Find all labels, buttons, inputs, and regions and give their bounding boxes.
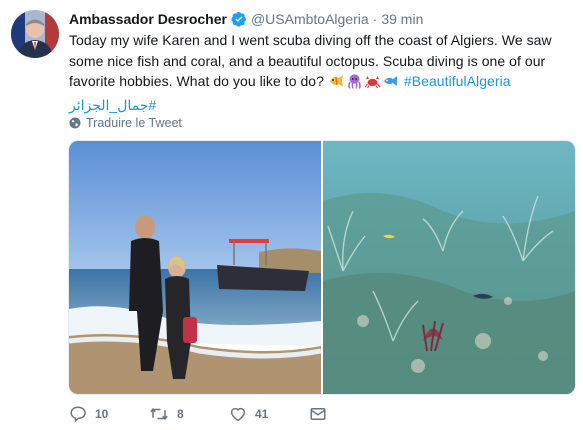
like-count: 41 (255, 407, 269, 421)
retweet-button[interactable]: 8 (149, 405, 229, 423)
tweet-text: Today my wife Karen and I went scuba div… (69, 30, 574, 115)
envelope-icon (310, 408, 326, 420)
octopus-emoji (346, 73, 363, 95)
verified-badge-icon (231, 11, 247, 27)
tweet[interactable]: Ambassador Desrocher @USAmbtoAlgeria · 3… (0, 0, 583, 430)
avatar[interactable] (11, 10, 59, 58)
tweet-text-line: some nice fish and coral, and a beautifu… (69, 52, 546, 69)
tweet-text-line-with-emoji: favorite hobbies. What do you like to do… (69, 71, 574, 95)
direct-message-button[interactable] (309, 405, 389, 423)
translate-tweet-link[interactable]: Traduire le Tweet (69, 116, 182, 130)
tweet-text-line: Today my wife Karen and I went scuba div… (69, 32, 552, 48)
tweet-actions: 10 8 41 (69, 400, 389, 428)
underwater-coral-photo (323, 141, 575, 394)
globe-icon (69, 117, 81, 129)
arabic-hashtag-line: #جمال_الجزائر (69, 95, 574, 116)
heart-icon (230, 407, 246, 422)
reply-count: 10 (95, 407, 109, 421)
translate-label[interactable]: Traduire le Tweet (86, 116, 182, 130)
photo-underwater-coral[interactable] (323, 141, 575, 394)
hashtag-link[interactable]: #BeautifulAlgeria (404, 73, 511, 89)
crab-emoji (364, 73, 381, 95)
like-button[interactable]: 41 (229, 405, 309, 423)
separator-dot: · (372, 11, 378, 27)
reply-icon (70, 406, 86, 423)
tropical-fish-emoji (328, 73, 345, 95)
author-name[interactable]: Ambassador Desrocher (69, 11, 227, 27)
media-grid (68, 140, 576, 395)
reply-button[interactable]: 10 (69, 405, 149, 423)
tweet-text-line: favorite hobbies. What do you like to do… (69, 73, 324, 89)
author-handle[interactable]: @USAmbtoAlgeria (251, 11, 369, 27)
retweet-count: 8 (177, 407, 184, 421)
retweet-icon (150, 407, 168, 421)
fish-emoji (382, 73, 399, 95)
photo-couple-beach[interactable] (69, 141, 321, 394)
hashtag-link-arabic[interactable]: #جمال_الجزائر (69, 97, 156, 113)
couple-beach-photo (69, 141, 321, 394)
tweet-timestamp[interactable]: 39 min (381, 11, 423, 27)
tweet-header: Ambassador Desrocher @USAmbtoAlgeria · 3… (69, 9, 573, 29)
